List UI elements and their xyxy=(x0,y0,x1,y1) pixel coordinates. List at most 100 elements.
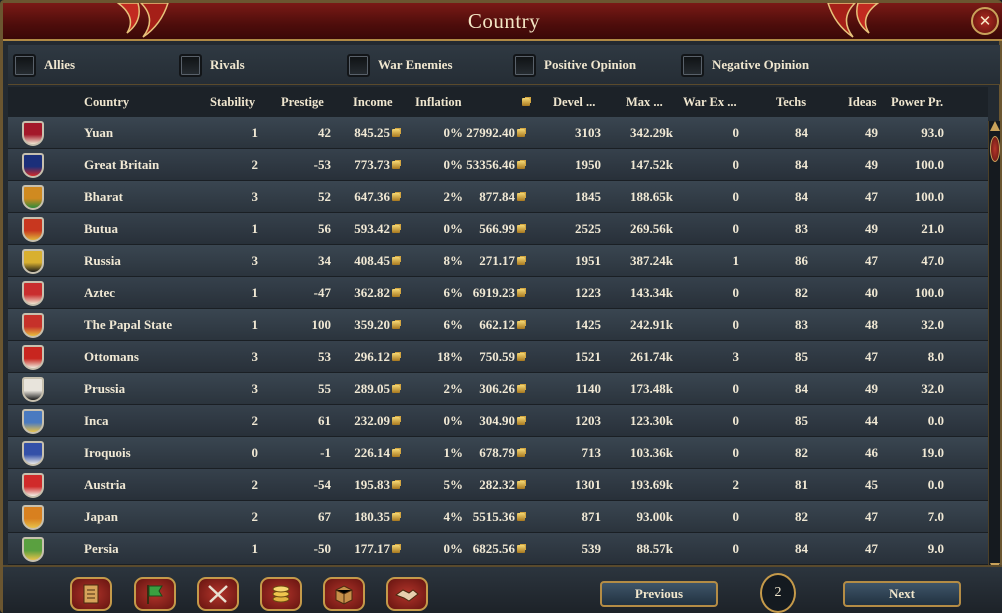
col-prestige[interactable]: Prestige xyxy=(281,95,324,110)
col-treasury[interactable] xyxy=(520,95,530,110)
scroll-thumb[interactable] xyxy=(990,136,1000,162)
cell-text: 1 xyxy=(251,125,259,140)
table-row[interactable]: Inca 2 61 232.09 0% 304.90 1203 123.30k 0 85 44 0.0 xyxy=(8,405,988,437)
country-flag-icon[interactable] xyxy=(22,345,44,370)
cell-text: 0 xyxy=(732,157,740,172)
col-stability[interactable]: Stability xyxy=(210,95,255,110)
table-row[interactable]: Yuan 1 42 845.25 0% 27992.40 3103 342.29k 0 84 49 9… xyxy=(8,117,988,149)
table-row[interactable]: Prussia 3 55 289.05 2% 306.26 1140 173.48k 0 84 49… xyxy=(8,373,988,405)
cell-country: Iroquois xyxy=(84,445,131,461)
close-icon: ✕ xyxy=(978,12,992,30)
filter-war-enemies[interactable]: War Enemies xyxy=(347,52,453,78)
table-row[interactable]: Austria 2 -54 195.83 5% 282.32 1301 193.69k 2 81 4… xyxy=(8,469,988,501)
previous-button[interactable]: Previous xyxy=(600,581,718,607)
cell-text: 6919.23 xyxy=(472,285,515,300)
checkbox-icon[interactable] xyxy=(513,53,536,77)
economy-button[interactable] xyxy=(260,577,302,611)
cell-text: 47 xyxy=(865,253,878,268)
close-button[interactable]: ✕ xyxy=(971,7,999,35)
checkbox-icon[interactable] xyxy=(179,53,202,77)
cell-power: 19.0 xyxy=(921,445,944,461)
checkbox-icon[interactable] xyxy=(681,53,704,77)
country-flag-icon[interactable] xyxy=(22,441,44,466)
table-row[interactable]: Aztec 1 -47 362.82 6% 6919.23 1223 143.34k 0 82 40… xyxy=(8,277,988,309)
filter-allies[interactable]: Allies xyxy=(13,52,75,78)
col-war-exhaustion[interactable]: War Ex ... xyxy=(683,95,737,110)
table-row[interactable]: Iroquois 0 -1 226.14 1% 678.79 713 103.36k 0 82 46… xyxy=(8,437,988,469)
scrollbar[interactable] xyxy=(988,121,1000,573)
country-flag-icon[interactable] xyxy=(22,185,44,210)
cell-devel: 3103 xyxy=(575,125,601,141)
cell-text: 147.52k xyxy=(630,157,673,172)
country-flag-icon[interactable] xyxy=(22,217,44,242)
cell-prestige: 67 xyxy=(318,509,331,525)
filter-positive-opinion[interactable]: Positive Opinion xyxy=(513,52,636,78)
cell-income: 408.45 xyxy=(354,253,400,269)
cell-ideas: 44 xyxy=(865,413,878,429)
cell-prestige: -54 xyxy=(314,477,331,493)
country-flag-icon[interactable] xyxy=(22,153,44,178)
col-ideas[interactable]: Ideas xyxy=(848,95,876,110)
cell-ideas: 49 xyxy=(865,157,878,173)
cell-text: 34 xyxy=(318,253,331,268)
next-button[interactable]: Next xyxy=(843,581,961,607)
table-row[interactable]: Persia 1 -50 177.17 0% 6825.56 539 88.57k 0 84 47 9… xyxy=(8,533,988,565)
checkbox-icon[interactable] xyxy=(13,53,36,77)
cell-max: 188.65k xyxy=(630,189,673,205)
country-flag-icon[interactable] xyxy=(22,281,44,306)
cell-text: 84 xyxy=(795,541,808,556)
country-flag-icon[interactable] xyxy=(22,121,44,146)
cell-text: 9.0 xyxy=(927,541,944,556)
coin-icon xyxy=(392,545,400,553)
table-row[interactable]: Butua 1 56 593.42 0% 566.99 2525 269.56k 0 83 49 21… xyxy=(8,213,988,245)
cell-max: 143.34k xyxy=(630,285,673,301)
cell-inflation: 2% xyxy=(444,381,464,397)
cell-text: 1425 xyxy=(575,317,601,332)
checkbox-icon[interactable] xyxy=(347,53,370,77)
table-row[interactable]: Russia 3 34 408.45 8% 271.17 1951 387.24k 1 86 47 4… xyxy=(8,245,988,277)
country-flag-icon[interactable] xyxy=(22,505,44,530)
table-row[interactable]: Bharat 3 52 647.36 2% 877.84 1845 188.65k 0 84 47 1… xyxy=(8,181,988,213)
coin-icon xyxy=(517,353,525,361)
ledger-button[interactable] xyxy=(70,577,112,611)
cell-devel: 713 xyxy=(582,445,602,461)
cell-text: 0 xyxy=(732,189,740,204)
country-flag-icon[interactable] xyxy=(22,249,44,274)
country-flag-icon[interactable] xyxy=(22,473,44,498)
cell-text: 193.69k xyxy=(630,477,673,492)
table-row[interactable]: Great Britain 2 -53 773.73 0% 53356.46 1950 147… xyxy=(8,149,988,181)
col-power-projection[interactable]: Power Pr. xyxy=(891,95,943,110)
table-row[interactable]: The Papal State 1 100 359.20 6% 662.12 1425 242… xyxy=(8,309,988,341)
col-inflation[interactable]: Inflation xyxy=(415,95,462,110)
country-flag-icon[interactable] xyxy=(22,537,44,562)
filter-rivals[interactable]: Rivals xyxy=(179,52,245,78)
page-number: 2 xyxy=(760,573,796,613)
col-income[interactable]: Income xyxy=(353,95,393,110)
cell-prestige: 52 xyxy=(318,189,331,205)
country-flag-icon[interactable] xyxy=(22,313,44,338)
flag-button[interactable] xyxy=(134,577,176,611)
col-country[interactable]: Country xyxy=(84,95,129,110)
filter-negative-opinion[interactable]: Negative Opinion xyxy=(681,52,809,78)
trade-button[interactable] xyxy=(323,577,365,611)
cell-income: 647.36 xyxy=(354,189,400,205)
table-row[interactable]: Japan 2 67 180.35 4% 5515.36 871 93.00k 0 82 47 7.0 xyxy=(8,501,988,533)
military-button[interactable] xyxy=(197,577,239,611)
coin-icon xyxy=(392,417,400,425)
cell-text: 53356.46 xyxy=(466,157,515,172)
cell-text: 1 xyxy=(251,541,259,556)
country-flag-icon[interactable] xyxy=(22,409,44,434)
diplomacy-button[interactable] xyxy=(386,577,428,611)
col-techs[interactable]: Techs xyxy=(776,95,806,110)
scroll-up-icon[interactable] xyxy=(990,121,1000,131)
cell-income: 289.05 xyxy=(354,381,400,397)
cell-text: 48 xyxy=(865,317,878,332)
country-flag-icon[interactable] xyxy=(22,377,44,402)
table-row[interactable]: Ottomans 3 53 296.12 18% 750.59 1521 261.74k 3 85… xyxy=(8,341,988,373)
table-header: Country Stability Prestige Income Inflat… xyxy=(8,87,988,117)
col-development[interactable]: Devel ... xyxy=(553,95,595,110)
coin-icon xyxy=(392,353,400,361)
cell-text: 84 xyxy=(795,189,808,204)
cell-text: 8% xyxy=(443,253,464,268)
col-max-manpower[interactable]: Max ... xyxy=(626,95,663,110)
